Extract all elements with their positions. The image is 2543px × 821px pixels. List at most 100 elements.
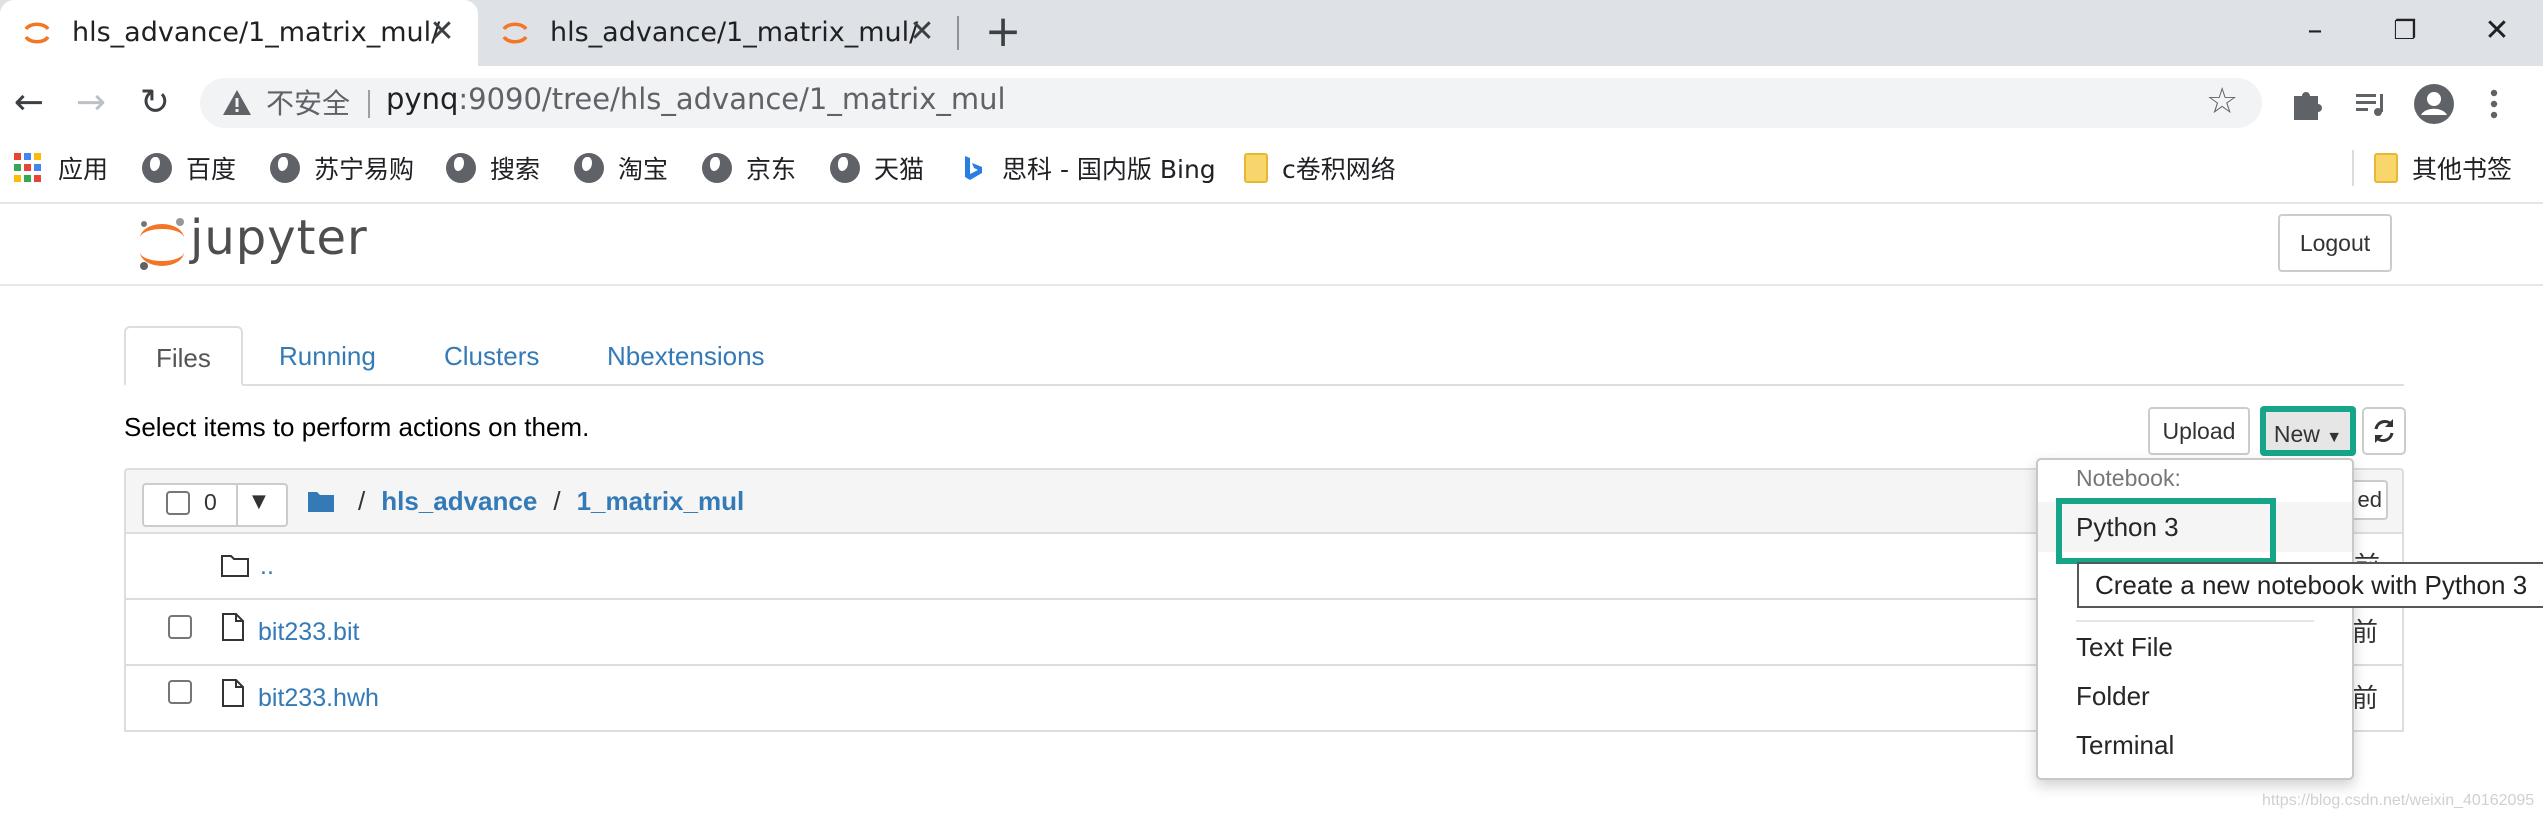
tab-running[interactable]: Running — [279, 326, 376, 386]
url-path: :9090/tree/hls_advance/1_matrix_mul — [458, 82, 1006, 116]
upload-button[interactable]: Upload — [2148, 407, 2250, 455]
bookmark-taobao[interactable]: 淘宝 — [574, 148, 668, 188]
file-icon — [222, 679, 244, 707]
jupyter-header — [0, 204, 2543, 286]
security-status[interactable]: 不安全 — [266, 82, 350, 122]
tab-separator — [957, 16, 959, 50]
tab-files[interactable]: Files — [124, 326, 243, 386]
bookmark-search[interactable]: 搜索 — [446, 148, 540, 188]
bookmark-cnn-folder[interactable]: c卷积网络 — [1244, 148, 1396, 188]
url-separator — [368, 90, 370, 118]
browser-tab-inactive[interactable]: hls_advance/1_matrix_mul/ ✕ — [478, 0, 958, 66]
bookmark-label: 思科 - 国内版 Bing — [1002, 155, 1216, 184]
breadcrumb-separator: / — [358, 485, 366, 516]
select-hint: Select items to perform actions on them. — [124, 412, 590, 442]
tab-title: hls_advance/1_matrix_mul/ — [550, 17, 919, 48]
breadcrumb: / hls_advance / 1_matrix_mul — [306, 483, 744, 519]
caret-down-icon: ▼ — [252, 491, 266, 512]
breadcrumb-matrix-mul[interactable]: 1_matrix_mul — [577, 486, 745, 517]
select-menu-button[interactable]: ▼ — [236, 483, 288, 527]
watermark: https://blog.csdn.net/weixin_40162095 — [2262, 792, 2535, 809]
warning-icon[interactable] — [220, 86, 254, 120]
extensions-icon[interactable] — [2284, 82, 2328, 126]
minimize-window-button[interactable]: – — [2290, 8, 2340, 54]
jupyter-logo-icon[interactable] — [132, 214, 192, 274]
close-tab-icon[interactable]: ✕ — [424, 14, 460, 50]
close-window-button[interactable]: ✕ — [2472, 8, 2522, 54]
tooltip: Create a new notebook with Python 3 — [2077, 562, 2543, 608]
select-all-checkbox[interactable] — [166, 491, 190, 515]
menu-item-text-file[interactable]: Text File — [2076, 632, 2173, 663]
folder-icon — [1244, 153, 1268, 183]
star-icon[interactable]: ☆ — [2206, 84, 2238, 120]
bookmark-other-folder[interactable]: 其他书签 — [2374, 148, 2512, 188]
tab-title: hls_advance/1_matrix_mul/ — [72, 17, 441, 48]
restore-window-button[interactable]: ❐ — [2380, 8, 2430, 54]
bookmark-label: 搜索 — [490, 155, 541, 184]
bookmark-apps[interactable]: 应用 — [14, 148, 108, 188]
jupyter-favicon-icon — [24, 22, 50, 44]
tab-nbextensions[interactable]: Nbextensions — [607, 326, 765, 386]
bookmark-jd[interactable]: 京东 — [702, 148, 796, 188]
bookmark-bing[interactable]: 思科 - 国内版 Bing — [958, 148, 1216, 188]
file-name[interactable]: bit233.bit — [258, 618, 359, 647]
file-name-parent[interactable]: .. — [260, 552, 274, 581]
breadcrumb-hls-advance[interactable]: hls_advance — [381, 486, 537, 517]
row-checkbox[interactable] — [168, 680, 192, 704]
bookmark-label: 天猫 — [874, 155, 925, 184]
url-text[interactable]: pynq:9090/tree/hls_advance/1_matrix_mul — [386, 82, 1006, 116]
globe-icon — [830, 153, 860, 183]
python3-highlight-box — [2056, 498, 2276, 564]
row-checkbox[interactable] — [168, 615, 192, 639]
folder-open-icon — [221, 555, 249, 577]
browser-tab-active[interactable]: hls_advance/1_matrix_mul/ ✕ — [0, 0, 478, 66]
bookmark-label: c卷积网络 — [1282, 155, 1396, 184]
menu-divider — [2076, 620, 2314, 622]
bookmark-label: 苏宁易购 — [314, 155, 415, 184]
globe-icon — [270, 153, 300, 183]
globe-icon — [142, 153, 172, 183]
modified-time: 前 — [2352, 618, 2379, 648]
new-button-label: New — [2273, 421, 2320, 447]
menu-item-terminal[interactable]: Terminal — [2076, 730, 2174, 761]
url-host: pynq — [386, 82, 459, 116]
bookmark-tmall[interactable]: 天猫 — [830, 148, 924, 188]
reload-icon[interactable]: ↻ — [130, 80, 180, 126]
globe-icon — [446, 153, 476, 183]
globe-icon — [574, 153, 604, 183]
logout-button[interactable]: Logout — [2278, 214, 2392, 272]
forward-icon[interactable]: → — [66, 80, 116, 126]
file-icon — [222, 613, 244, 641]
bookmark-suning[interactable]: 苏宁易购 — [270, 148, 414, 188]
apps-grid-icon — [14, 153, 44, 183]
jupyter-logo-text[interactable]: jupyter — [190, 210, 368, 266]
selected-count: 0 — [204, 489, 217, 515]
refresh-icon[interactable] — [2362, 407, 2406, 455]
new-tab-button[interactable]: + — [980, 10, 1026, 56]
new-button[interactable]: New ▼ — [2260, 406, 2356, 456]
menu-header-notebook: Notebook: — [2076, 465, 2181, 491]
bookmark-label: 淘宝 — [618, 155, 669, 184]
folder-icon — [2374, 153, 2398, 183]
bing-icon — [965, 156, 982, 180]
menu-item-folder[interactable]: Folder — [2076, 681, 2150, 712]
tab-clusters[interactable]: Clusters — [444, 326, 539, 386]
bookmark-label: 应用 — [58, 155, 109, 184]
folder-icon[interactable] — [306, 488, 336, 514]
globe-icon — [702, 153, 732, 183]
file-name[interactable]: bit233.hwh — [258, 684, 379, 713]
bookmark-baidu[interactable]: 百度 — [142, 148, 236, 188]
media-icon[interactable] — [2348, 82, 2392, 126]
jupyter-favicon-icon — [502, 22, 528, 44]
back-icon[interactable]: ← — [4, 80, 54, 126]
close-tab-icon[interactable]: ✕ — [904, 14, 940, 50]
bookmark-label: 其他书签 — [2412, 155, 2513, 184]
caret-down-icon: ▼ — [2326, 429, 2343, 446]
bookmark-separator — [2352, 150, 2354, 186]
menu-icon[interactable] — [2472, 82, 2516, 126]
modified-time: 前 — [2352, 684, 2379, 714]
bookmark-label: 百度 — [186, 155, 237, 184]
bookmark-label: 京东 — [746, 155, 797, 184]
breadcrumb-separator: / — [553, 485, 561, 516]
profile-icon[interactable] — [2412, 82, 2456, 126]
